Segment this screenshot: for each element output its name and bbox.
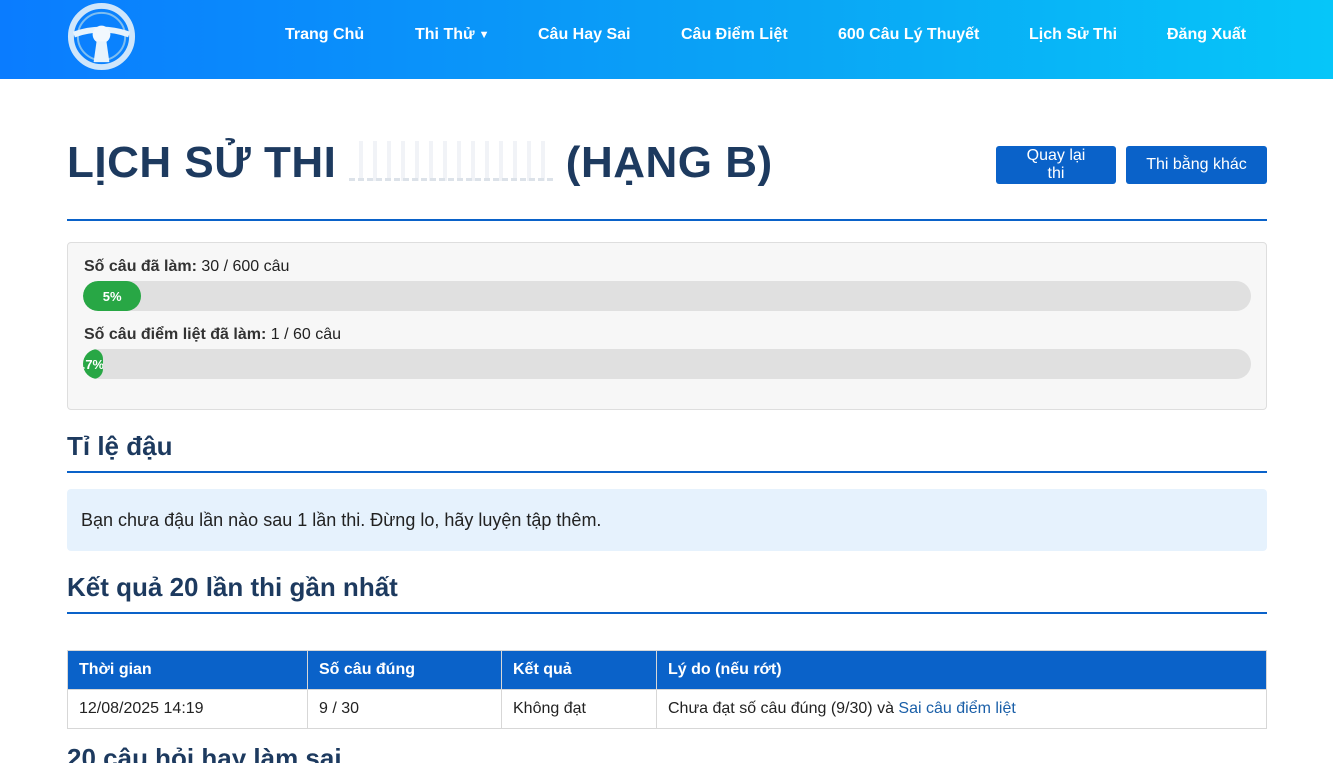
nav-item-home[interactable]: Trang Chủ (285, 26, 364, 44)
page-title-prefix: LỊCH SỬ THI (67, 138, 337, 187)
questions-done-value: 30 / 600 câu (201, 258, 290, 275)
table-row: 12/08/2025 14:19 9 / 30 Không đạt Chưa đ… (67, 689, 1267, 729)
questions-done-caption: Số câu đã làm: (84, 258, 197, 275)
recent-results-divider (67, 612, 1267, 614)
page-title-suffix: (HẠNG B) (565, 138, 773, 187)
redacted-username (349, 141, 554, 181)
questions-done-label: Số câu đã làm: 30 / 600 câu (84, 258, 289, 276)
nav-item-history[interactable]: Lịch Sử Thi (1029, 26, 1117, 44)
nav-item-critical-questions[interactable]: Câu Điểm Liệt (681, 26, 788, 44)
results-table-header: Thời gian Số câu đúng Kết quả Lý do (nếu… (67, 650, 1267, 690)
critical-done-progress-fill: .7% (83, 349, 103, 379)
cell-reason: Chưa đạt số câu đúng (9/30) và Sai câu đ… (656, 689, 1267, 729)
nav-item-logout[interactable]: Đăng Xuất (1167, 26, 1246, 44)
cell-correct: 9 / 30 (307, 689, 502, 729)
questions-done-progress-fill: 5% (83, 281, 142, 311)
cell-time: 12/08/2025 14:19 (67, 689, 308, 729)
caret-down-icon: ▼ (478, 29, 490, 41)
nav-item-practice-test-label: Thi Thử (415, 26, 475, 43)
cell-result: Không đạt (501, 689, 657, 729)
page-title: LỊCH SỬ THI (HẠNG B) (67, 138, 773, 188)
critical-wrong-link[interactable]: Sai câu điểm liệt (898, 700, 1015, 717)
column-header-reason: Lý do (nếu rớt) (656, 650, 1267, 690)
pass-rate-divider (67, 471, 1267, 473)
pass-rate-heading: Tỉ lệ đậu (67, 431, 173, 461)
nav-item-practice-test[interactable]: Thi Thử ▼ (415, 26, 489, 44)
other-license-button[interactable]: Thi bằng khác (1126, 146, 1267, 184)
column-header-time: Thời gian (67, 650, 308, 690)
back-to-test-button[interactable]: Quay lại thi (996, 146, 1116, 184)
results-table: Thời gian Số câu đúng Kết quả Lý do (nếu… (67, 650, 1267, 729)
questions-done-progress-bar: 5% (83, 281, 1251, 311)
column-header-correct: Số câu đúng (307, 650, 502, 690)
progress-stats-panel: Số câu đã làm: 30 / 600 câu 5% Số câu đi… (67, 242, 1267, 410)
pass-rate-message: Bạn chưa đậu lần nào sau 1 lần thi. Đừng… (67, 489, 1267, 551)
steering-wheel-icon[interactable] (66, 1, 137, 72)
top-navbar: Trang Chủ Thi Thử ▼ Câu Hay Sai Câu Điểm … (0, 0, 1333, 79)
wrong-questions-heading: 20 câu hỏi hay làm sai (67, 743, 342, 763)
title-divider (67, 219, 1267, 221)
critical-done-value: 1 / 60 câu (270, 326, 342, 343)
nav-item-600-questions[interactable]: 600 Câu Lý Thuyết (838, 26, 979, 44)
critical-done-label: Số câu điểm liệt đã làm: 1 / 60 câu (84, 326, 341, 344)
critical-done-caption: Số câu điểm liệt đã làm: (84, 326, 267, 343)
nav-item-frequent-wrong[interactable]: Câu Hay Sai (538, 26, 630, 44)
critical-done-progress-bar: .7% (83, 349, 1251, 379)
reason-text: Chưa đạt số câu đúng (9/30) và (668, 700, 894, 717)
column-header-result: Kết quả (501, 650, 657, 690)
recent-results-heading: Kết quả 20 lần thi gần nhất (67, 572, 398, 602)
